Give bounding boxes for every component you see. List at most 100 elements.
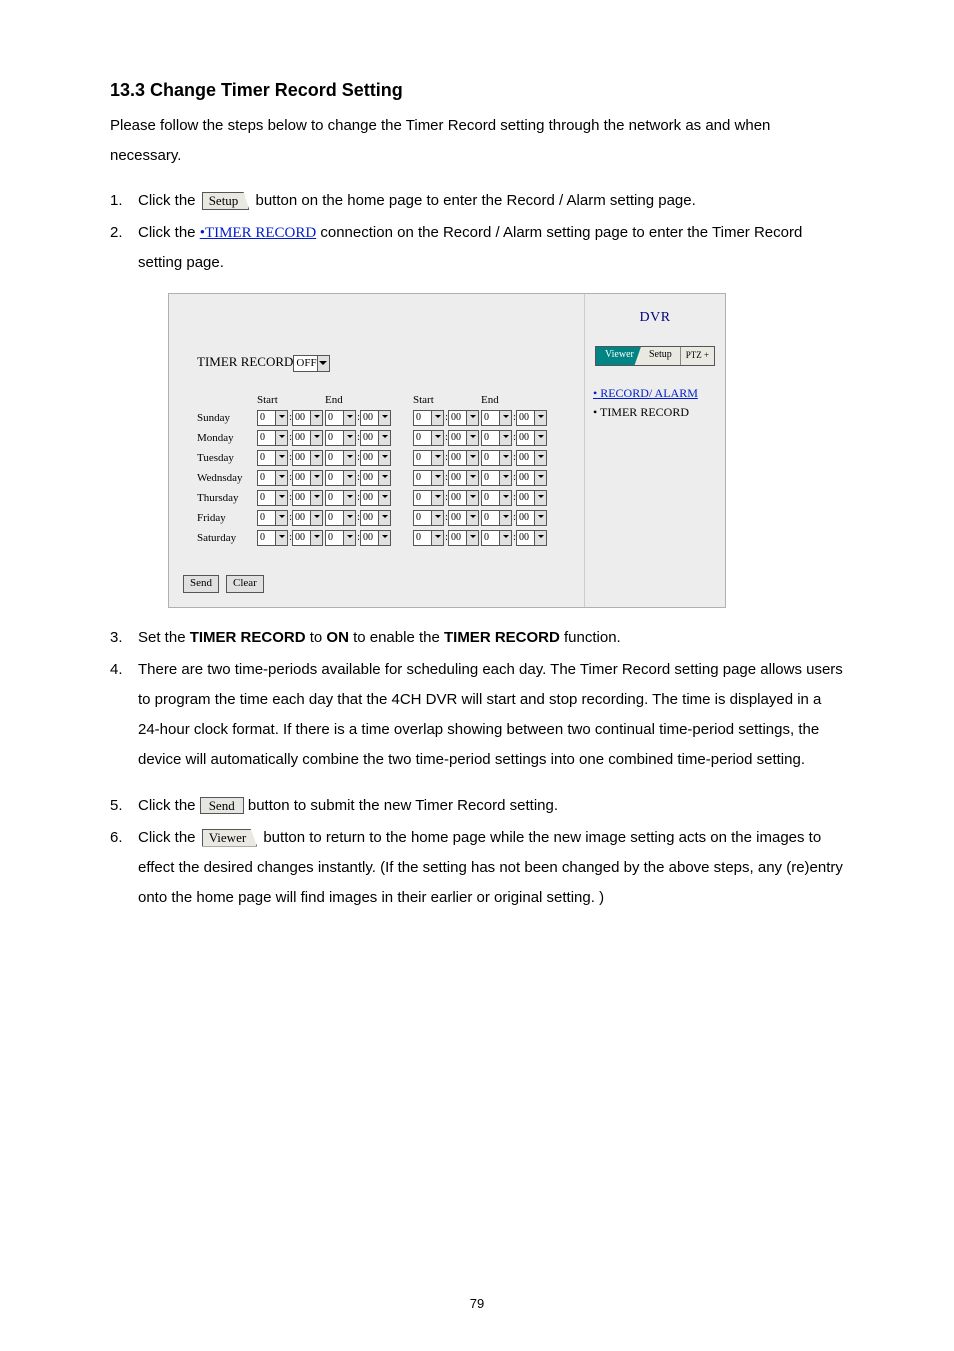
minute-dropdown[interactable]: 00: [360, 530, 391, 546]
bold: TIMER RECORD: [444, 629, 560, 646]
col-start-1: Start: [257, 394, 325, 406]
day-label: Wednsday: [197, 472, 257, 484]
tab-ptz[interactable]: PTZ +: [680, 347, 714, 365]
hour-dropdown[interactable]: 0: [257, 510, 288, 526]
minute-dropdown[interactable]: 00: [292, 450, 323, 466]
day-row: Friday0:000:000:000:00: [197, 509, 576, 527]
minute-dropdown[interactable]: 00: [516, 510, 547, 526]
screenshot-panel: TIMER RECORDOFF Start End Start End Sund…: [168, 293, 726, 608]
hour-dropdown[interactable]: 0: [257, 430, 288, 446]
hour-dropdown[interactable]: 0: [413, 530, 444, 546]
minute-dropdown[interactable]: 00: [292, 430, 323, 446]
hour-dropdown[interactable]: 0: [325, 430, 356, 446]
hour-dropdown[interactable]: 0: [413, 470, 444, 486]
minute-dropdown[interactable]: 00: [360, 410, 391, 426]
hour-dropdown[interactable]: 0: [413, 510, 444, 526]
hour-dropdown[interactable]: 0: [325, 470, 356, 486]
hour-dropdown[interactable]: 0: [257, 530, 288, 546]
minute-dropdown[interactable]: 00: [292, 510, 323, 526]
step-1: Click the Setup button on the home page …: [110, 186, 844, 216]
text: Click the: [138, 192, 200, 209]
hour-dropdown[interactable]: 0: [257, 410, 288, 426]
day-row: Monday0:000:000:000:00: [197, 429, 576, 447]
minute-dropdown[interactable]: 00: [448, 510, 479, 526]
text: button on the home page to enter the Rec…: [255, 192, 695, 209]
text: function.: [560, 629, 621, 646]
minute-dropdown[interactable]: 00: [448, 490, 479, 506]
day-label: Friday: [197, 512, 257, 524]
day-row: Sunday0:000:000:000:00: [197, 409, 576, 427]
text: Set the: [138, 629, 190, 646]
hour-dropdown[interactable]: 0: [413, 430, 444, 446]
button-row: Send Clear: [183, 575, 576, 593]
minute-dropdown[interactable]: 00: [516, 470, 547, 486]
intro-paragraph: Please follow the steps below to change …: [110, 111, 844, 171]
timer-record-link-inline: •TIMER RECORD: [200, 225, 317, 241]
step-6: Click the Viewer button to return to the…: [110, 823, 844, 913]
viewer-button-inline: Viewer: [202, 829, 257, 847]
minute-dropdown[interactable]: 00: [448, 470, 479, 486]
hour-dropdown[interactable]: 0: [257, 450, 288, 466]
minute-dropdown[interactable]: 00: [516, 430, 547, 446]
minute-dropdown[interactable]: 00: [448, 430, 479, 446]
hour-dropdown[interactable]: 0: [413, 450, 444, 466]
step-2: Click the •TIMER RECORD connection on th…: [110, 218, 844, 278]
hour-dropdown[interactable]: 0: [481, 410, 512, 426]
minute-dropdown[interactable]: 00: [360, 450, 391, 466]
hour-dropdown[interactable]: 0: [481, 510, 512, 526]
grid-header: Start End Start End: [197, 394, 576, 406]
minute-dropdown[interactable]: 00: [292, 470, 323, 486]
minute-dropdown[interactable]: 00: [516, 450, 547, 466]
label: TIMER RECORD: [197, 354, 293, 369]
section-heading: 13.3 Change Timer Record Setting: [110, 80, 844, 101]
hour-dropdown[interactable]: 0: [257, 490, 288, 506]
minute-dropdown[interactable]: 00: [516, 410, 547, 426]
minute-dropdown[interactable]: 00: [448, 530, 479, 546]
hour-dropdown[interactable]: 0: [413, 410, 444, 426]
minute-dropdown[interactable]: 00: [516, 490, 547, 506]
hour-dropdown[interactable]: 0: [481, 430, 512, 446]
minute-dropdown[interactable]: 00: [516, 530, 547, 546]
hour-dropdown[interactable]: 0: [325, 510, 356, 526]
hour-dropdown[interactable]: 0: [481, 530, 512, 546]
text: to enable the: [349, 629, 444, 646]
minute-dropdown[interactable]: 00: [360, 430, 391, 446]
day-label: Saturday: [197, 532, 257, 544]
tab-viewer[interactable]: Viewer: [596, 347, 641, 365]
minute-dropdown[interactable]: 00: [448, 410, 479, 426]
hour-dropdown[interactable]: 0: [325, 450, 356, 466]
col-end-2: End: [481, 394, 549, 406]
day-row: Wednsday0:000:000:000:00: [197, 469, 576, 487]
minute-dropdown[interactable]: 00: [360, 470, 391, 486]
minute-dropdown[interactable]: 00: [292, 490, 323, 506]
nav-record-alarm[interactable]: • RECORD/ ALARM: [593, 386, 698, 400]
hour-dropdown[interactable]: 0: [481, 450, 512, 466]
minute-dropdown[interactable]: 00: [292, 530, 323, 546]
timer-record-title-row: TIMER RECORDOFF: [197, 354, 576, 372]
minute-dropdown[interactable]: 00: [360, 490, 391, 506]
clear-button[interactable]: Clear: [226, 575, 264, 593]
col-start-2: Start: [413, 394, 481, 406]
text: Click the: [138, 797, 200, 814]
col-end-1: End: [325, 394, 393, 406]
tab-setup[interactable]: Setup: [635, 347, 680, 365]
hour-dropdown[interactable]: 0: [481, 490, 512, 506]
hour-dropdown[interactable]: 0: [481, 470, 512, 486]
timer-record-dropdown[interactable]: OFF: [293, 355, 329, 372]
day-label: Thursday: [197, 492, 257, 504]
minute-dropdown[interactable]: 00: [360, 510, 391, 526]
hour-dropdown[interactable]: 0: [413, 490, 444, 506]
minute-dropdown[interactable]: 00: [292, 410, 323, 426]
nav-timer-record: • TIMER RECORD: [593, 405, 689, 419]
hour-dropdown[interactable]: 0: [257, 470, 288, 486]
day-label: Monday: [197, 432, 257, 444]
send-button[interactable]: Send: [183, 575, 219, 593]
day-row: Thursday0:000:000:000:00: [197, 489, 576, 507]
hour-dropdown[interactable]: 0: [325, 410, 356, 426]
step-5: Click the Send button to submit the new …: [110, 791, 844, 821]
hour-dropdown[interactable]: 0: [325, 490, 356, 506]
day-row: Saturday0:000:000:000:00: [197, 529, 576, 547]
minute-dropdown[interactable]: 00: [448, 450, 479, 466]
setup-button-inline: Setup: [202, 192, 250, 210]
hour-dropdown[interactable]: 0: [325, 530, 356, 546]
